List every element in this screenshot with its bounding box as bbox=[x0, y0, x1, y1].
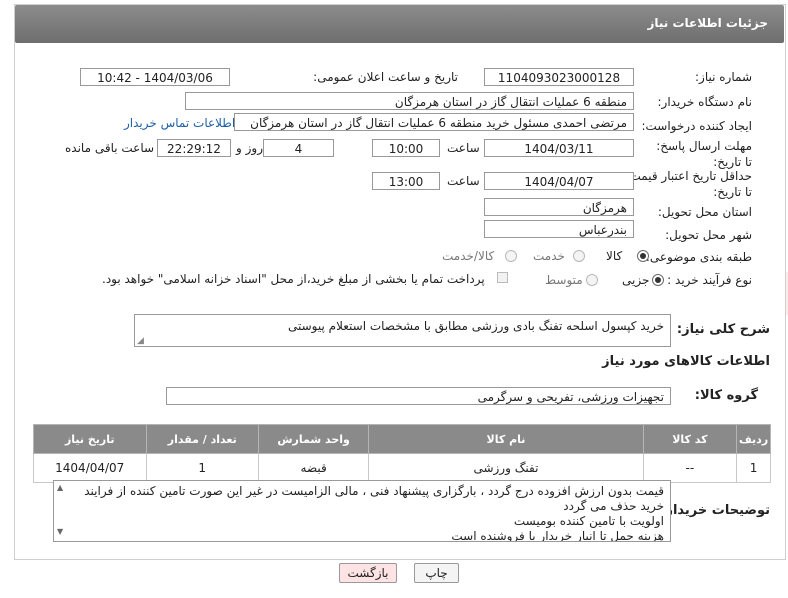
deadline-time-field: 10:00 bbox=[372, 139, 440, 157]
days-label: روز و bbox=[236, 141, 263, 155]
buyer-contact-link[interactable]: اطلاعات تماس خریدار bbox=[124, 116, 235, 130]
cell-row: 1 bbox=[736, 453, 771, 483]
province-label: استان محل تحویل: bbox=[657, 205, 752, 219]
goods-table: ردیف کد کالا نام کالا واحد شمارش تعداد /… bbox=[33, 424, 771, 483]
page-title: جزئیات اطلاعات نیاز bbox=[647, 16, 768, 30]
description-label: شرح کلی نیاز: bbox=[676, 322, 770, 337]
process-radio-medium[interactable] bbox=[586, 274, 598, 286]
process-label: نوع فرآیند خرید : bbox=[667, 273, 752, 287]
notes-line: هزینه حمل تا انبار خریدار با فروشنده است bbox=[451, 529, 664, 542]
creator-label: ایجاد کننده درخواست: bbox=[641, 119, 752, 133]
goods-table-header: ردیف کد کالا نام کالا واحد شمارش تعداد /… bbox=[33, 424, 771, 454]
cell-unit: قبضه bbox=[257, 453, 370, 483]
col-date: تاریخ نیاز bbox=[33, 424, 147, 454]
days-field: 4 bbox=[263, 139, 334, 157]
deadline-time-label: ساعت bbox=[447, 141, 480, 155]
cell-date: 1404/04/07 bbox=[33, 453, 147, 483]
category-radio-service[interactable] bbox=[573, 250, 585, 262]
creator-field: مرتضی احمدی مسئول خرید منطقه 6 عملیات ان… bbox=[234, 113, 634, 131]
province-field: هرمزگان bbox=[484, 198, 634, 216]
table-row: 1 -- تفنگ ورزشی قبضه 1 1404/04/07 bbox=[33, 453, 771, 483]
goods-section-title: اطلاعات کالاهای مورد نیاز bbox=[602, 354, 770, 369]
announce-field: 1404/03/06 - 10:42 bbox=[80, 68, 230, 86]
cell-code: -- bbox=[642, 453, 738, 483]
notes-label: توضیحات خریدار: bbox=[660, 503, 770, 518]
city-label: شهر محل تحویل: bbox=[665, 228, 752, 242]
remaining-label: ساعت باقی مانده bbox=[65, 141, 155, 155]
col-qty: تعداد / مقدار bbox=[145, 424, 259, 454]
validity-label: حداقل تاریخ اعتبار قیمت: تا تاریخ: bbox=[625, 169, 752, 199]
validity-time-field: 13:00 bbox=[372, 172, 440, 190]
goods-group-label: گروه کالا: bbox=[694, 388, 758, 403]
validity-date-field: 1404/04/07 bbox=[484, 172, 634, 190]
buyer-org-label: نام دستگاه خریدار: bbox=[657, 95, 753, 109]
category-radio-both[interactable] bbox=[505, 250, 517, 262]
resize-grip-icon: ◢ bbox=[137, 336, 144, 346]
deadline-label: مهلت ارسال پاسخ: تا تاریخ: bbox=[656, 139, 752, 169]
cell-name: تفنگ ورزشی bbox=[368, 453, 644, 483]
col-code: کد کالا bbox=[642, 424, 738, 454]
treasury-note: پرداخت تمام یا بخشی از مبلغ خرید،از محل … bbox=[102, 272, 485, 286]
back-button[interactable]: بازگشت bbox=[339, 563, 397, 583]
notes-textarea[interactable]: قیمت بدون ارزش افزوده درج گردد ، بارگزار… bbox=[53, 480, 671, 542]
process-option-minor: جزیی bbox=[622, 273, 650, 287]
category-label: طبقه بندی موضوعی: bbox=[645, 250, 752, 264]
goods-group-field: تجهیزات ورزشی، تفریحی و سرگرمی bbox=[166, 387, 671, 405]
remaining-time-field: 22:29:12 bbox=[157, 139, 231, 157]
process-option-medium: متوسط bbox=[545, 273, 583, 287]
scroll-down-icon[interactable]: ▼ bbox=[57, 527, 63, 536]
col-unit: واحد شمارش bbox=[257, 424, 370, 454]
announce-label: تاریخ و ساعت اعلان عمومی: bbox=[313, 70, 458, 84]
category-option-goods: کالا bbox=[606, 249, 623, 263]
need-number-field: 1104093023000128 bbox=[484, 68, 634, 86]
print-button[interactable]: چاپ bbox=[414, 563, 459, 583]
notes-line: قیمت بدون ارزش افزوده درج گردد ، بارگزار… bbox=[84, 484, 664, 513]
deadline-date-field: 1404/03/11 bbox=[484, 139, 634, 157]
category-option-both: کالا/خدمت bbox=[442, 249, 495, 263]
scroll-up-icon[interactable]: ▲ bbox=[57, 483, 63, 492]
city-field: بندرعباس bbox=[484, 220, 634, 238]
category-radio-goods[interactable] bbox=[637, 250, 649, 262]
treasury-checkbox[interactable] bbox=[497, 272, 508, 283]
need-number-label: شماره نیاز: bbox=[695, 70, 752, 84]
col-row: ردیف bbox=[736, 424, 771, 454]
validity-time-label: ساعت bbox=[447, 174, 480, 188]
process-radio-minor[interactable] bbox=[652, 274, 664, 286]
notes-line: اولویت با تامین کننده بومیست bbox=[513, 514, 664, 528]
buyer-org-field: منطقه 6 عملیات انتقال گاز در استان هرمزگ… bbox=[185, 92, 634, 110]
col-name: نام کالا bbox=[368, 424, 644, 454]
notes-scrollbar[interactable]: ▲ ▼ bbox=[53, 481, 69, 541]
category-option-service: خدمت bbox=[533, 249, 565, 263]
panel-header: جزئیات اطلاعات نیاز bbox=[15, 5, 784, 43]
description-field: خرید کپسول اسلحه تفنگ بادی ورزشی مطابق ب… bbox=[134, 314, 671, 347]
cell-qty: 1 bbox=[145, 453, 259, 483]
